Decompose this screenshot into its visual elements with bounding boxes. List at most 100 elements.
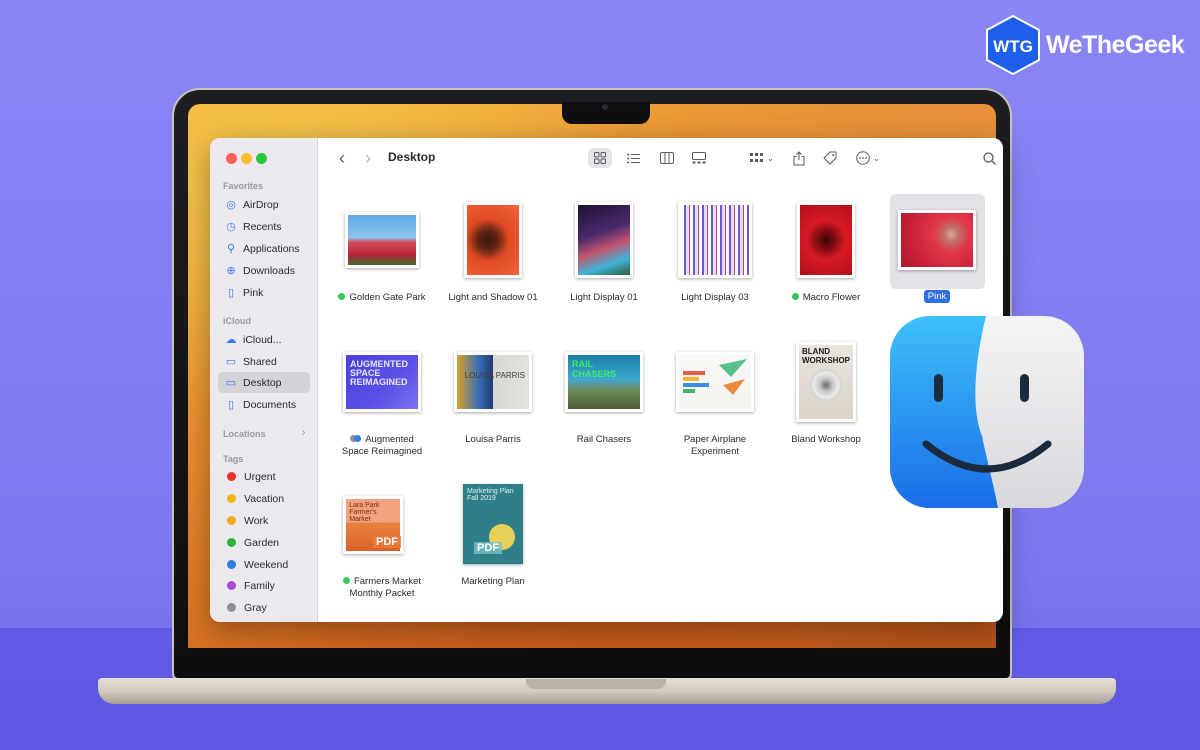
file-item[interactable]: Paper Airplane Experiment	[660, 338, 770, 458]
sidebar-item-airdrop[interactable]: ◎ AirDrop	[218, 194, 310, 215]
sidebar-tag-work[interactable]: Work	[218, 510, 310, 531]
file-item[interactable]: LOUISA PARRIS Louisa Parris	[438, 338, 548, 458]
sidebar-item-icloud-drive[interactable]: ☁ iCloud...	[218, 329, 310, 350]
document-icon: ▯	[227, 287, 235, 299]
tag-dot	[791, 293, 799, 300]
file-thumbnail: BLAND WORKSHOP	[796, 342, 856, 422]
tag-button[interactable]	[820, 148, 840, 168]
search-button[interactable]	[980, 148, 998, 168]
tag-color-dot	[227, 516, 236, 525]
chevron-down-icon: ⌄	[766, 152, 775, 163]
file-item[interactable]: Light and Shadow 01	[438, 194, 548, 314]
list-view-button[interactable]	[622, 148, 644, 168]
file-name: Bland Workshop	[791, 434, 861, 445]
cloud-icon: ☁	[225, 334, 237, 346]
wethegeek-logo-icon: WTG	[986, 14, 1040, 76]
sidebar-tag-family[interactable]: Family	[218, 575, 310, 596]
download-icon: ⊕	[226, 265, 236, 277]
file-item[interactable]: Macro Flower	[771, 194, 881, 314]
sidebar-tag-garden[interactable]: Garden	[218, 532, 310, 553]
tag-icon	[823, 151, 837, 165]
file-name: Space Reimagined	[341, 446, 423, 457]
file-item[interactable]: Lara Park Farmer's Market PDF Farmers Ma…	[327, 480, 437, 600]
desktop-icon: ▭	[225, 377, 237, 389]
close-window-button[interactable]	[226, 153, 237, 164]
sidebar-item-label: iCloud...	[243, 333, 282, 346]
sidebar-item-label: Desktop	[243, 376, 282, 389]
tag-dot	[338, 293, 346, 300]
group-button[interactable]: ⌄	[746, 148, 778, 168]
group-icon	[749, 152, 763, 162]
sidebar-item-pink[interactable]: ▯ Pink	[218, 282, 310, 303]
document-icon: ▯	[227, 399, 235, 411]
sidebar-tag-gray[interactable]: Gray	[218, 597, 310, 618]
file-name: Marketing Plan	[461, 576, 525, 587]
file-thumbnail	[345, 212, 419, 268]
forward-icon[interactable]: ›	[360, 148, 376, 168]
sidebar-item-label: Recents	[243, 220, 282, 233]
sidebar-tag-vacation[interactable]: Vacation	[218, 488, 310, 509]
file-item[interactable]: BLAND WORKSHOP Bland Workshop	[771, 338, 881, 458]
list-view-icon	[626, 153, 640, 163]
column-view-button[interactable]	[656, 148, 678, 168]
laptop-groove	[526, 679, 666, 689]
svg-text:WTG: WTG	[993, 37, 1033, 56]
brand-logo: WTG WeTheGeek	[984, 14, 1185, 76]
icon-view-icon	[594, 152, 606, 164]
sidebar-tag-weekend[interactable]: Weekend	[218, 554, 310, 575]
file-item-selected[interactable]: Pink	[882, 194, 992, 314]
sidebar-item-downloads[interactable]: ⊕ Downloads	[218, 260, 310, 281]
sidebar-item-shared[interactable]: ▭ Shared	[218, 351, 310, 372]
file-name: Louisa Parris	[465, 434, 521, 445]
applications-icon: ⚲	[226, 243, 236, 255]
gallery-view-button[interactable]	[688, 148, 710, 168]
back-icon[interactable]: ‹	[334, 148, 350, 168]
chevron-right-icon[interactable]: ›	[302, 427, 305, 438]
more-icon	[855, 151, 870, 165]
sidebar-item-label: Documents	[243, 398, 297, 411]
sidebar-item-label: Downloads	[243, 264, 295, 277]
file-item[interactable]: Marketing Plan Fall 2019 PDF Marketing P…	[438, 480, 548, 600]
locations-heading[interactable]: Locations	[223, 429, 266, 439]
file-name: Farmers Market	[353, 576, 422, 587]
window-title: Desktop	[388, 150, 436, 164]
file-item[interactable]: AUGMENTED SPACE REIMAGINED Augmented Spa…	[327, 338, 437, 458]
file-item[interactable]: RAIL CHASERS Rail Chasers	[549, 338, 659, 458]
file-thumbnail: LOUISA PARRIS	[454, 352, 532, 412]
file-name: Rail Chasers	[576, 434, 632, 445]
file-name: Experiment	[690, 446, 740, 457]
file-name: Light and Shadow 01	[448, 292, 538, 303]
toolbar: ‹ › Desktop ⌄ ⌄	[318, 138, 1003, 178]
file-name: Light Display 03	[681, 292, 749, 303]
pdf-badge: PDF	[373, 536, 401, 548]
file-thumbnail	[898, 210, 976, 270]
file-item[interactable]: Golden Gate Park	[327, 194, 437, 314]
sidebar-item-documents[interactable]: ▯ Documents	[218, 394, 310, 415]
minimize-window-button[interactable]	[241, 153, 252, 164]
file-item[interactable]: Light Display 03	[660, 194, 770, 314]
sidebar-item-label: Garden	[244, 536, 280, 549]
tags-heading: Tags	[223, 454, 244, 464]
share-button[interactable]	[790, 148, 808, 168]
sidebar: Favorites ◎ AirDrop ◷ Recents ⚲ Applicat…	[210, 138, 318, 622]
file-thumbnail	[464, 202, 522, 278]
file-name: Augmented	[365, 434, 414, 445]
sidebar-item-applications[interactable]: ⚲ Applications	[218, 238, 310, 259]
sidebar-item-label: Gray	[244, 601, 267, 614]
finder-app-icon	[890, 316, 1084, 508]
sidebar-tag-urgent[interactable]: Urgent	[218, 466, 310, 487]
sidebar-item-label: Vacation	[244, 492, 285, 505]
more-button[interactable]: ⌄	[852, 148, 884, 168]
zoom-window-button[interactable]	[256, 153, 267, 164]
sidebar-item-label: Shared	[243, 355, 277, 368]
file-item[interactable]: Light Display 01	[549, 194, 659, 314]
file-thumbnail	[575, 202, 633, 278]
file-thumbnail	[676, 352, 754, 412]
search-icon	[982, 151, 996, 165]
pdf-badge: PDF	[474, 542, 502, 554]
file-name: Light Display 01	[570, 292, 638, 303]
icon-view-button[interactable]	[588, 148, 612, 168]
column-view-icon	[660, 152, 674, 164]
sidebar-item-recents[interactable]: ◷ Recents	[218, 216, 310, 237]
sidebar-item-desktop[interactable]: ▭ Desktop	[218, 372, 310, 393]
